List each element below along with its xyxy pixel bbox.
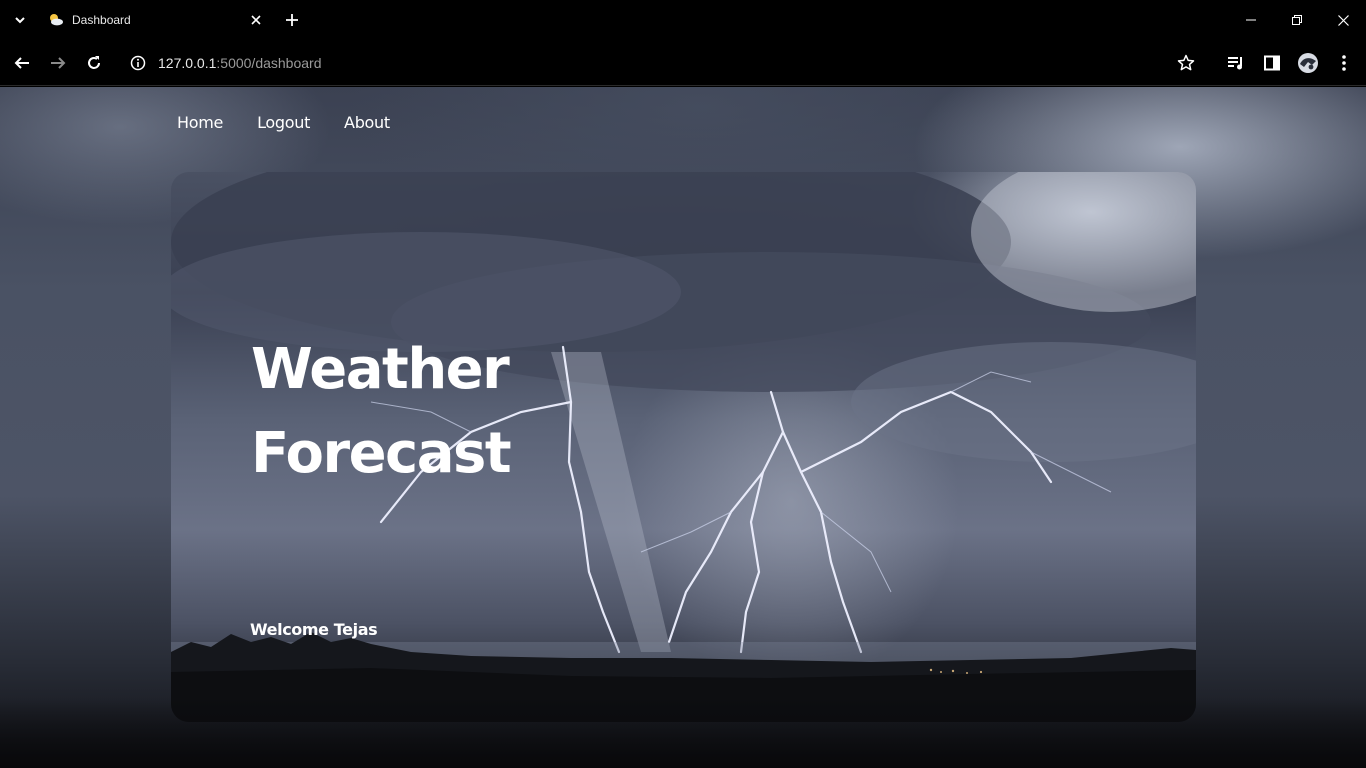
top-nav: Home Logout About <box>177 113 390 132</box>
forward-button[interactable] <box>46 51 70 75</box>
url-text: 127.0.0.1:5000/dashboard <box>158 55 321 71</box>
reload-button[interactable] <box>82 51 106 75</box>
chevron-down-icon <box>15 17 25 24</box>
tab-strip: Dashboard <box>0 0 1366 40</box>
playlist-icon <box>1228 57 1242 70</box>
tab-dashboard[interactable]: Dashboard <box>40 4 272 36</box>
avatar-icon <box>1298 53 1318 73</box>
star-icon <box>1177 54 1195 71</box>
minimize-icon <box>1246 19 1256 21</box>
tab-close-button[interactable] <box>248 12 264 28</box>
partly-cloudy-icon <box>50 14 63 26</box>
bookmark-button[interactable] <box>1174 51 1198 75</box>
nav-logout-link[interactable]: Logout <box>257 113 310 132</box>
url-host: 127.0.0.1 <box>158 55 217 71</box>
minimize-button[interactable] <box>1239 8 1263 32</box>
close-icon <box>251 15 261 25</box>
nav-home-link[interactable]: Home <box>177 113 223 132</box>
close-window-button[interactable] <box>1331 8 1355 32</box>
side-panel-button[interactable] <box>1260 51 1284 75</box>
hero-title: Weather Forecast <box>251 328 671 496</box>
browser-toolbar: 127.0.0.1:5000/dashboard <box>0 40 1366 86</box>
restore-button[interactable] <box>1285 8 1309 32</box>
media-control-button[interactable] <box>1224 51 1248 75</box>
plus-icon <box>286 14 298 26</box>
close-icon <box>1337 14 1349 26</box>
address-bar[interactable]: 127.0.0.1:5000/dashboard <box>120 46 1160 80</box>
url-path: :5000/dashboard <box>216 55 322 71</box>
hero-card: Weather Forecast Welcome Tejas <box>171 172 1196 722</box>
hero-title-line-1: Weather <box>251 337 510 402</box>
arrow-left-icon <box>14 57 29 69</box>
side-panel-icon <box>1264 55 1280 71</box>
tab-search-button[interactable] <box>8 8 32 32</box>
info-icon[interactable] <box>130 55 146 71</box>
reload-icon <box>88 56 100 69</box>
page-body: Home Logout About Weather Forecast Welco… <box>0 87 1366 768</box>
arrow-right-icon <box>51 57 66 69</box>
tab-title: Dashboard <box>72 13 131 27</box>
hero-title-line-2: Forecast <box>251 421 512 486</box>
nav-about-link[interactable]: About <box>344 113 390 132</box>
new-tab-button[interactable] <box>282 10 302 30</box>
menu-button[interactable] <box>1332 51 1356 75</box>
welcome-message: Welcome Tejas <box>250 620 378 639</box>
restore-icon <box>1292 15 1302 25</box>
profile-button[interactable] <box>1296 51 1320 75</box>
back-button[interactable] <box>10 51 34 75</box>
kebab-menu-icon <box>1342 55 1346 71</box>
